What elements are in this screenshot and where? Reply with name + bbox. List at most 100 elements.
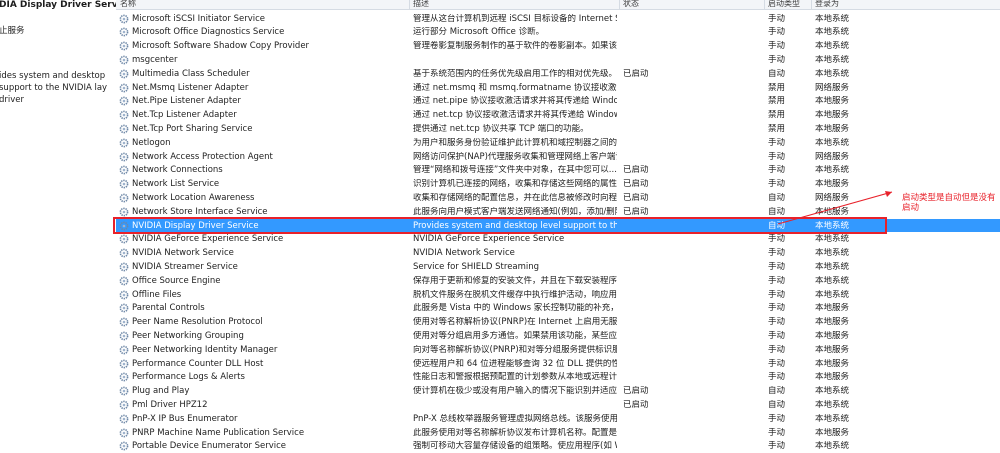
service-row[interactable]: Pml Driver HPZ12 已启动 自动 本地系统	[116, 398, 1000, 412]
column-header-description[interactable]: 描述	[413, 0, 429, 9]
service-row[interactable]: Net.Pipe Listener Adapter 通过 net.pipe 协议接…	[116, 94, 1000, 108]
service-row[interactable]: NVIDIA Streamer Service Service for SHIEL…	[116, 260, 1000, 274]
service-detail-description: ides system and desktop support to the N…	[0, 71, 108, 105]
service-name: Pml Driver HPZ12	[132, 399, 208, 410]
service-logon-as: 本地服务	[815, 358, 850, 369]
service-name: Portable Device Enumerator Service	[132, 441, 287, 452]
service-row[interactable]: Peer Networking Grouping 使用对等分组启用多方通信。如果禁…	[116, 329, 1000, 343]
service-name: Office Source Engine	[132, 275, 221, 286]
service-logon-as: 本地系统	[815, 165, 850, 176]
service-row[interactable]: Offline Files 脱机文件服务在脱机文件缓存中执行维护活动，响应用...…	[116, 288, 1000, 302]
gear-icon	[119, 290, 129, 299]
service-row[interactable]: Net.Msmq Listener Adapter 通过 net.msmq 和 m…	[116, 81, 1000, 95]
service-row[interactable]: Plug and Play 使计算机在极少或没有用户输入的情况下能识别并适应...…	[116, 384, 1000, 398]
service-row[interactable]: Performance Counter DLL Host 使远程用户和 64 位进…	[116, 357, 1000, 371]
service-logon-as: 本地系统	[815, 68, 850, 79]
service-row[interactable]: Peer Name Resolution Protocol 使用对等名称解析协议(…	[116, 315, 1000, 329]
service-startup-type: 手动	[768, 317, 786, 328]
service-startup-type: 自动	[768, 399, 786, 410]
service-row[interactable]: Multimedia Class Scheduler 基于系统范围内的任务优先级启…	[116, 67, 1000, 81]
gear-icon	[119, 276, 129, 286]
service-row[interactable]: PnP-X IP Bus Enumerator PnP-X 总线枚举器服务管理虚拟…	[116, 412, 1000, 426]
service-description: 管理卷影复制服务制作的基于软件的卷影副本。如果该...	[413, 41, 617, 52]
service-description: 脱机文件服务在脱机文件缓存中执行维护活动，响应用...	[413, 289, 617, 300]
service-logon-as: 本地系统	[815, 27, 850, 38]
service-startup-type: 手动	[768, 248, 786, 259]
column-header-name[interactable]: 名称	[120, 0, 136, 9]
service-logon-as: 本地系统	[815, 289, 850, 300]
service-description: 使远程用户和 64 位进程能够查询 32 位 DLL 提供的性...	[413, 358, 617, 369]
service-logon-as: 本地服务	[815, 179, 850, 190]
service-logon-as: 本地系统	[815, 275, 850, 286]
gear-icon	[119, 345, 129, 355]
service-logon-as: 本地服务	[815, 344, 850, 355]
service-logon-as: 本地系统	[815, 234, 850, 245]
service-row[interactable]: Office Source Engine 保存用于更新和修复的安装文件，并且在下载…	[116, 274, 1000, 288]
service-row[interactable]: Parental Controls 此服务是 Vista 中的 Windows 家…	[116, 301, 1000, 315]
service-description: 强制可移动大容量存储设备的组策略。使应用程序(如 W...	[413, 441, 617, 452]
service-description: 通过 net.pipe 协议接收激活请求并将其传递给 Window...	[413, 96, 617, 107]
service-detail-title: DIA Display Driver Service	[0, 0, 133, 10]
service-row[interactable]: Network List Service 识别计算机已连接的网络，收集和存储这些网…	[116, 177, 1000, 191]
service-startup-type: 禁用	[768, 96, 786, 107]
gear-icon	[119, 96, 129, 106]
service-status: 已启动	[623, 399, 649, 410]
service-name: Network Location Awareness	[132, 192, 255, 203]
service-logon-as: 本地服务	[815, 110, 850, 121]
service-logon-as: 本地系统	[815, 399, 850, 410]
gear-icon	[119, 262, 129, 272]
gear-icon	[119, 303, 129, 313]
service-logon-as: 本地系统	[815, 13, 850, 24]
service-row[interactable]: Portable Device Enumerator Service 强制可移动大…	[116, 439, 1000, 453]
service-row[interactable]: NVIDIA GeForce Experience Service NVIDIA …	[116, 232, 1000, 246]
service-logon-as: 本地系统	[815, 54, 850, 65]
service-logon-as: 本地服务	[815, 427, 850, 438]
service-logon-as: 本地系统	[815, 41, 850, 52]
service-row[interactable]: Microsoft iSCSI Initiator Service 管理从这台计算…	[116, 12, 1000, 26]
service-description: 运行部分 Microsoft Office 诊断。	[413, 27, 545, 38]
gear-icon	[119, 441, 129, 451]
service-row[interactable]: Microsoft Software Shadow Copy Provider 管…	[116, 39, 1000, 53]
service-status: 已启动	[623, 192, 649, 203]
service-description: 此服务是 Vista 中的 Windows 家长控制功能的补充，...	[413, 303, 617, 314]
service-startup-type: 手动	[768, 344, 786, 355]
service-row[interactable]: Net.Tcp Port Sharing Service 提供通过 net.tcp…	[116, 122, 1000, 136]
service-row[interactable]: Network Access Protection Agent 网络访问保护(NA…	[116, 150, 1000, 164]
service-row[interactable]: Microsoft Office Diagnostics Service 运行部分…	[116, 25, 1000, 39]
column-header-status[interactable]: 状态	[623, 0, 639, 9]
service-startup-type: 手动	[768, 137, 786, 148]
service-description: 基于系统范围内的任务优先级启用工作的相对优先级。...	[413, 68, 617, 79]
service-row[interactable]: NVIDIA Network Service NVIDIA Network Ser…	[116, 246, 1000, 260]
gear-icon	[119, 193, 129, 203]
service-logon-as: 本地系统	[815, 413, 850, 424]
gear-icon	[119, 179, 129, 189]
annotation-text: 启动类型是自动但是没有启动	[902, 193, 996, 213]
service-name: Network Connections	[132, 165, 223, 176]
service-row[interactable]: Network Connections 管理“网络和拨号连接”文件夹中对象，在其中…	[116, 163, 1000, 177]
gear-icon	[119, 248, 129, 258]
service-name: Net.Pipe Listener Adapter	[132, 96, 241, 107]
service-description: 通过 net.tcp 协议接收激活请求并将其传递给 Windows...	[413, 110, 617, 121]
service-row[interactable]: Net.Tcp Listener Adapter 通过 net.tcp 协议接收激…	[116, 108, 1000, 122]
service-row[interactable]: Performance Logs & Alerts 性能日志和警报根据预配置的计划…	[116, 370, 1000, 384]
service-startup-type: 手动	[768, 179, 786, 190]
service-row[interactable]: Network Location Awareness 收集和存储网络的配置信息，并…	[116, 191, 1000, 205]
service-status: 已启动	[623, 179, 649, 190]
service-description: 使用对等分组启用多方通信。如果禁用该功能，某些应...	[413, 330, 617, 341]
gear-icon	[119, 428, 129, 437]
stop-service-link[interactable]: 止服务	[0, 24, 25, 36]
service-description: 通过 net.msmq 和 msmq.formatname 协议接收激活...	[413, 82, 617, 93]
service-startup-type: 自动	[768, 192, 786, 203]
service-name: NVIDIA GeForce Experience Service	[132, 234, 284, 245]
service-startup-type: 手动	[768, 41, 786, 52]
column-header-logon[interactable]: 登录为	[815, 0, 839, 9]
service-startup-type: 手动	[768, 27, 786, 38]
service-name: PNRP Machine Name Publication Service	[132, 427, 305, 438]
service-row[interactable]: Peer Networking Identity Manager 向对等名称解析协…	[116, 343, 1000, 357]
service-row[interactable]: PNRP Machine Name Publication Service 此服务…	[116, 426, 1000, 440]
service-name: PnP-X IP Bus Enumerator	[132, 413, 238, 424]
service-row[interactable]: Netlogon 为用户和服务身份验证维护此计算机和域控制器之间的... 手动 本地系…	[116, 136, 1000, 150]
service-logon-as: 本地服务	[815, 372, 850, 383]
column-header-startup[interactable]: 启动类型	[768, 0, 800, 9]
service-row[interactable]: msgcenter 手动 本地系统	[116, 53, 1000, 67]
